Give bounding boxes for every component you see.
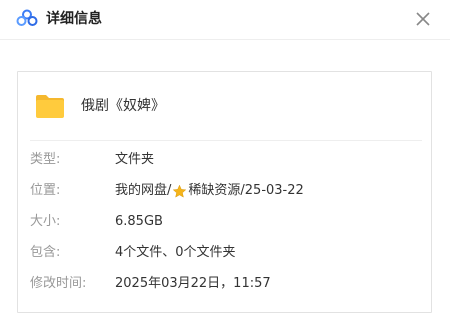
size-label: 大小:: [30, 214, 61, 229]
dialog-header: 详细信息: [0, 0, 450, 40]
dialog-title: 详细信息: [46, 11, 102, 27]
location-path-prefix: 我的网盘/: [115, 183, 172, 198]
divider: [30, 140, 422, 141]
info-row-location: 位置: 我的网盘/ 稀缺资源/25-03-22: [18, 179, 431, 203]
folder-icon: [36, 95, 64, 118]
contains-value: 4个文件、0个文件夹: [115, 245, 236, 260]
contains-label: 包含:: [30, 245, 61, 260]
modified-label: 修改时间:: [30, 276, 87, 291]
modified-value: 2025年03月22日，11:57: [115, 276, 271, 291]
info-row-type: 类型: 文件夹: [18, 148, 431, 172]
details-panel: 俄剧《奴婢》 类型: 文件夹 位置: 我的网盘/ 稀缺资源/25-03-22 大…: [17, 71, 432, 313]
details-dialog: 详细信息 俄剧《奴婢》 类型: 文件夹 位置: 我的网盘/ 稀缺资源/25-03…: [0, 0, 450, 331]
close-icon[interactable]: [412, 8, 434, 30]
location-value: 我的网盘/ 稀缺资源/25-03-22: [115, 181, 304, 201]
file-name: 俄剧《奴婢》: [81, 98, 165, 114]
type-value: 文件夹: [115, 152, 155, 167]
cloud-logo-icon: [16, 9, 38, 26]
type-label: 类型:: [30, 152, 61, 167]
info-row-modified: 修改时间: 2025年03月22日，11:57: [18, 272, 431, 296]
info-row-contains: 包含: 4个文件、0个文件夹: [18, 241, 431, 265]
star-icon: [173, 184, 187, 198]
info-row-size: 大小: 6.85GB: [18, 210, 431, 234]
location-path-suffix: 稀缺资源/25-03-22: [188, 183, 304, 198]
location-label: 位置:: [30, 183, 61, 198]
size-value: 6.85GB: [115, 214, 163, 229]
file-summary: 俄剧《奴婢》: [18, 72, 431, 140]
